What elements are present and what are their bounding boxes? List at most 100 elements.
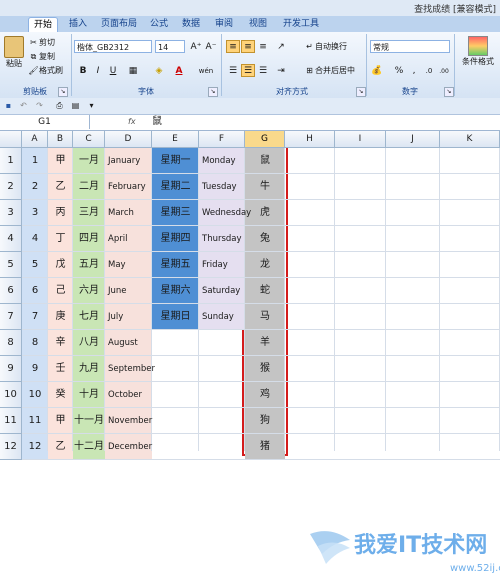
cell-e7[interactable]: 星期日 (152, 304, 199, 330)
increase-decimal-button[interactable]: .0 (422, 64, 436, 77)
customize-icon[interactable]: ▾ (86, 100, 97, 111)
cell-e6[interactable]: 星期六 (152, 278, 199, 304)
row-header[interactable]: 2 (0, 174, 22, 200)
cell-b6[interactable]: 己 (48, 278, 73, 304)
cell-b1[interactable]: 甲 (48, 148, 73, 174)
comma-button[interactable]: , (407, 64, 421, 77)
tab-page-layout[interactable]: 页面布局 (96, 17, 142, 32)
row-header[interactable]: 1 (0, 148, 22, 174)
cell-c5[interactable]: 五月 (73, 252, 105, 278)
number-launcher-icon[interactable]: ↘ (444, 87, 454, 97)
select-all-corner[interactable] (0, 131, 22, 148)
align-launcher-icon[interactable]: ↘ (356, 87, 366, 97)
cell-f2[interactable]: Tuesday (202, 174, 245, 200)
font-launcher-icon[interactable]: ↘ (208, 87, 218, 97)
cell-d5[interactable]: May (108, 252, 152, 278)
cell-f6[interactable]: Saturday (202, 278, 245, 304)
font-name-select[interactable]: 楷体_GB2312 (74, 40, 152, 53)
row-header[interactable]: 12 (0, 434, 22, 460)
cell-c7[interactable]: 七月 (73, 304, 105, 330)
cell-e4[interactable]: 星期四 (152, 226, 199, 252)
row-header[interactable]: 9 (0, 356, 22, 382)
cell-b8[interactable]: 辛 (48, 330, 73, 356)
column-header-c[interactable]: C (73, 131, 105, 148)
cell-c6[interactable]: 六月 (73, 278, 105, 304)
align-left-icon[interactable]: ☰ (226, 64, 240, 77)
column-header-a[interactable]: A (22, 131, 48, 148)
cell-b11[interactable]: 甲 (48, 408, 73, 434)
orientation-icon[interactable]: ↗ (274, 40, 288, 53)
italic-button[interactable]: I (91, 64, 105, 77)
conditional-format-button[interactable]: 条件格式 (458, 36, 498, 67)
cell-a9[interactable]: 9 (22, 356, 48, 382)
row-header[interactable]: 10 (0, 382, 22, 408)
cell-a1[interactable]: 1 (22, 148, 48, 174)
tab-home[interactable]: 开始 (28, 17, 59, 33)
cell-a4[interactable]: 4 (22, 226, 48, 252)
cell-g9[interactable]: 猴 (245, 356, 285, 382)
row-header[interactable]: 8 (0, 330, 22, 356)
wrap-text-button[interactable]: ↵ 自动换行 (304, 40, 347, 53)
cell-a2[interactable]: 2 (22, 174, 48, 200)
cell-d2[interactable]: February (108, 174, 152, 200)
format-painter-button[interactable]: 🖌格式刷 (28, 64, 63, 77)
fill-color-icon[interactable]: ◈ (152, 64, 166, 77)
cell-c11[interactable]: 十一月 (73, 408, 105, 434)
formula-input[interactable]: 鼠 (152, 115, 162, 129)
tab-insert[interactable]: 插入 (64, 17, 92, 32)
cell-b2[interactable]: 乙 (48, 174, 73, 200)
merge-center-button[interactable]: ⊞ 合并后居中 (304, 64, 355, 77)
cell-d1[interactable]: January (108, 148, 152, 174)
cell-g10[interactable]: 鸡 (245, 382, 285, 408)
tab-review[interactable]: 审阅 (210, 17, 238, 32)
tab-developer[interactable]: 开发工具 (278, 17, 324, 32)
cell-c2[interactable]: 二月 (73, 174, 105, 200)
cell-g4[interactable]: 兔 (245, 226, 285, 252)
cell-b3[interactable]: 丙 (48, 200, 73, 226)
cell-c8[interactable]: 八月 (73, 330, 105, 356)
cell-c3[interactable]: 三月 (73, 200, 105, 226)
column-header-k[interactable]: K (440, 131, 500, 148)
cell-e2[interactable]: 星期二 (152, 174, 199, 200)
column-header-g[interactable]: G (245, 131, 285, 148)
cell-b12[interactable]: 乙 (48, 434, 73, 460)
tab-data[interactable]: 数据 (177, 17, 205, 32)
column-header-f[interactable]: F (199, 131, 245, 148)
save-icon[interactable]: ▪ (3, 100, 14, 111)
cell-g7[interactable]: 马 (245, 304, 285, 330)
cell-f5[interactable]: Friday (202, 252, 245, 278)
font-color-button[interactable]: A (172, 64, 186, 77)
paste-button[interactable]: 粘贴 (3, 36, 25, 69)
cell-a3[interactable]: 3 (22, 200, 48, 226)
row-header[interactable]: 6 (0, 278, 22, 304)
cell-a6[interactable]: 6 (22, 278, 48, 304)
cell-a7[interactable]: 7 (22, 304, 48, 330)
cell-g11[interactable]: 狗 (245, 408, 285, 434)
cell-g8[interactable]: 羊 (245, 330, 285, 356)
column-header-e[interactable]: E (152, 131, 199, 148)
cell-d10[interactable]: October (108, 382, 152, 408)
tab-formulas[interactable]: 公式 (145, 17, 173, 32)
cell-f1[interactable]: Monday (202, 148, 245, 174)
tab-view[interactable]: 视图 (244, 17, 272, 32)
border-icon[interactable]: ▦ (126, 64, 140, 77)
row-header[interactable]: 7 (0, 304, 22, 330)
cell-b7[interactable]: 庚 (48, 304, 73, 330)
cell-c10[interactable]: 十月 (73, 382, 105, 408)
font-size-select[interactable]: 14 (155, 40, 185, 53)
decrease-decimal-button[interactable]: .00 (437, 64, 451, 77)
cell-f4[interactable]: Thursday (202, 226, 245, 252)
increase-font-button[interactable]: A⁺ (189, 40, 203, 53)
cell-e1[interactable]: 星期一 (152, 148, 199, 174)
cell-e3[interactable]: 星期三 (152, 200, 199, 226)
phonetic-button[interactable]: wén (196, 64, 216, 77)
worksheet-grid[interactable]: A B C D E F G H I J K 1 2 3 4 5 6 7 8 9 10 11 12 1 2 3 4 5 6 7 8 9 10 11 1… (0, 131, 500, 574)
align-bottom-icon[interactable]: ≡ (256, 40, 270, 53)
undo-icon[interactable]: ↶ (18, 100, 29, 111)
column-header-b[interactable]: B (48, 131, 73, 148)
cell-d7[interactable]: July (108, 304, 152, 330)
preview-icon[interactable]: ▤ (70, 100, 81, 111)
redo-icon[interactable]: ↷ (34, 100, 45, 111)
cell-d4[interactable]: April (108, 226, 152, 252)
cell-d8[interactable]: August (108, 330, 152, 356)
